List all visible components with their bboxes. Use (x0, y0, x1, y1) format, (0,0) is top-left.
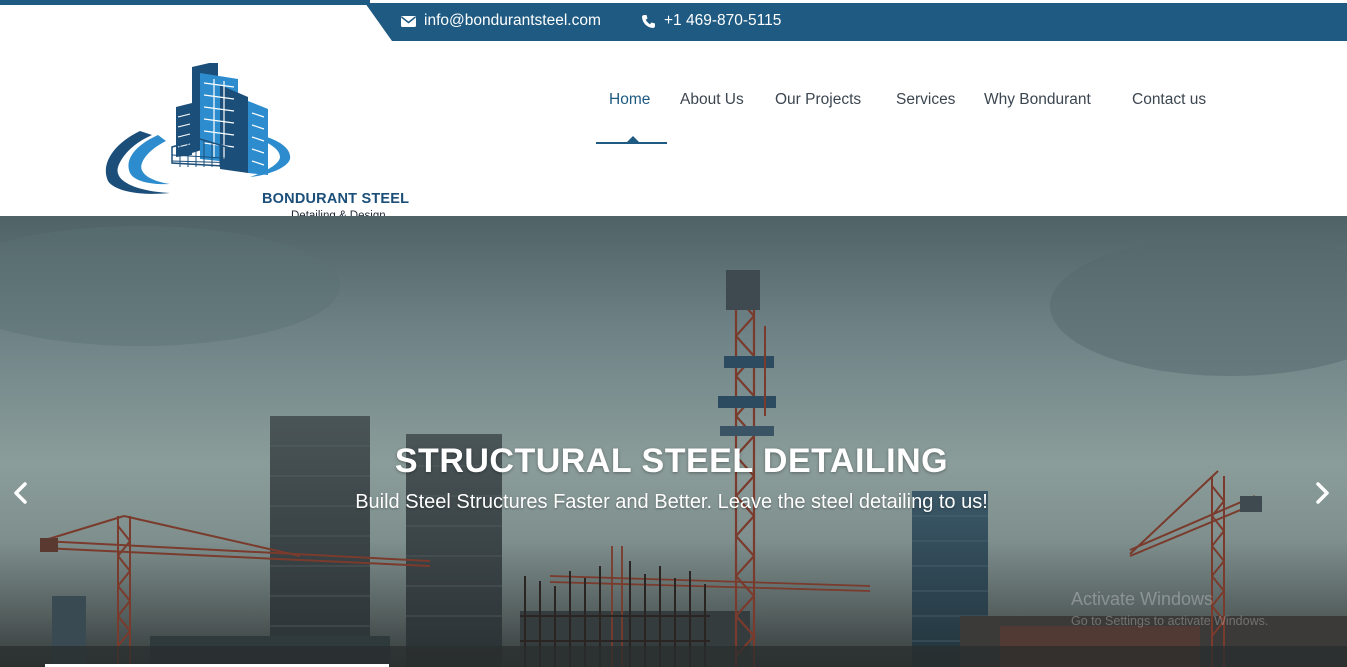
site-header: BONDURANT STEEL Detailing & Design Home … (0, 41, 1347, 222)
phone-link[interactable]: +1 469-870-5115 (641, 12, 781, 30)
hero-slider: STRUCTURAL STEEL DETAILING Build Steel S… (0, 216, 1347, 667)
nav-our-projects[interactable]: Our Projects (775, 91, 861, 109)
top-contact-bar: info@bondurantsteel.com +1 469-870-5115 (0, 0, 1347, 41)
chevron-left-icon (14, 482, 27, 504)
main-nav: Home About Us Our Projects Services Why … (0, 91, 1347, 151)
nav-active-underline (596, 142, 667, 144)
nav-about-us[interactable]: About Us (680, 91, 744, 109)
nav-contact-us[interactable]: Contact us (1132, 91, 1206, 109)
phone-icon (641, 14, 656, 29)
slider-next-button[interactable] (1307, 478, 1337, 508)
email-text[interactable]: info@bondurantsteel.com (424, 12, 601, 30)
envelope-icon (401, 15, 416, 27)
nav-why-bondurant[interactable]: Why Bondurant (984, 91, 1091, 109)
slider-prev-button[interactable] (6, 478, 36, 508)
email-link[interactable]: info@bondurantsteel.com (401, 12, 601, 30)
nav-home[interactable]: Home (609, 91, 650, 109)
logo-title: BONDURANT STEEL (262, 191, 410, 207)
windows-activation-hint: Go to Settings to activate Windows. (1071, 614, 1269, 628)
windows-activation-title: Activate Windows (1071, 589, 1214, 609)
phone-text[interactable]: +1 469-870-5115 (664, 12, 781, 30)
top-accent-line (0, 0, 370, 5)
hero-subtitle: Build Steel Structures Faster and Better… (355, 491, 988, 513)
chevron-right-icon (1316, 482, 1329, 504)
hero-title: STRUCTURAL STEEL DETAILING (394, 442, 949, 480)
nav-services[interactable]: Services (896, 91, 955, 109)
